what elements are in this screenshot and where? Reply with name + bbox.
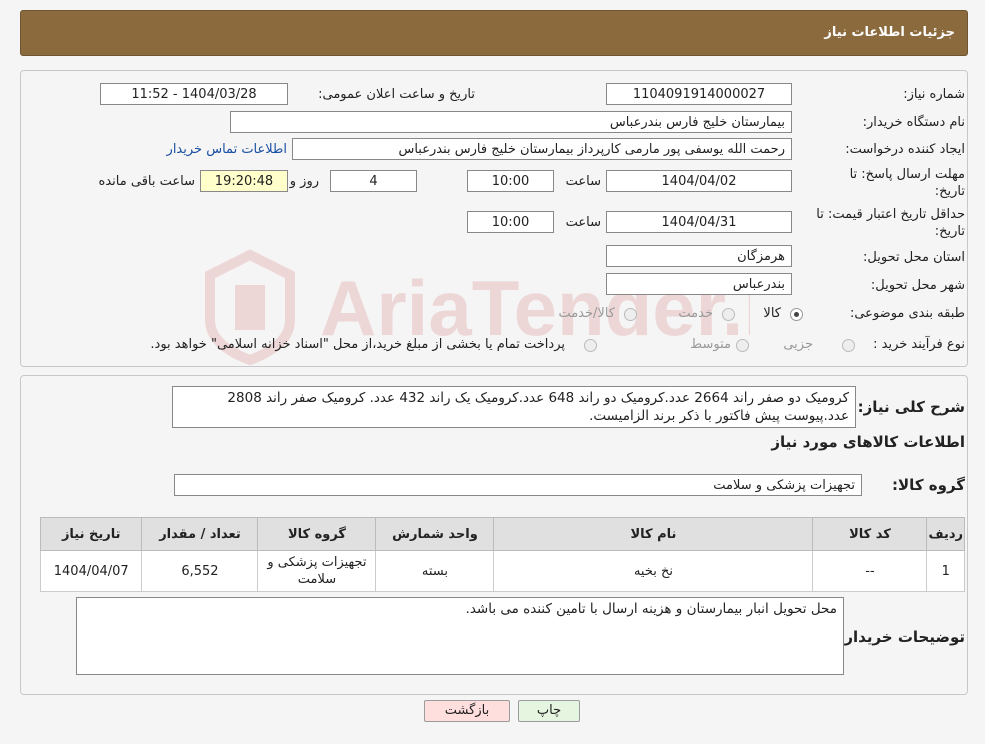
col-unit: واحد شمارش [375,517,495,551]
category-radio-goods[interactable] [790,308,803,321]
page-title: جزئیات اطلاعات نیاز [824,25,955,40]
announce-datetime-label: تاریخ و ساعت اعلان عمومی: [318,87,475,102]
buyer-org-label: نام دستگاه خریدار: [862,115,965,130]
province-field: هرمزگان [606,245,792,267]
cell-row-number: 1 [926,550,965,592]
price-validity-time-field: 10:00 [467,211,554,233]
category-radio-goods-service[interactable] [624,308,637,321]
purchase-type-option-minor: جزیی [783,337,813,352]
description-text: کرومیک دو صفر راند 2664 عدد.کرومیک دو را… [227,390,849,424]
description-textarea[interactable]: کرومیک دو صفر راند 2664 عدد.کرومیک دو را… [172,386,856,428]
purchase-type-radio-medium[interactable] [736,339,749,352]
reply-deadline-label: مهلت ارسال پاسخ: تا [849,167,965,182]
purchase-type-radio-minor[interactable] [842,339,855,352]
buyer-contact-link[interactable]: اطلاعات تماس خریدار [167,142,287,157]
goods-section-title: اطلاعات کالاهای مورد نیاز [771,433,965,451]
need-number-field: 1104091914000027 [606,83,792,105]
price-validity-time-label: ساعت [565,215,601,230]
need-number-label: شماره نیاز: [903,87,965,102]
province-label: استان محل تحویل: [863,250,965,265]
purchase-type-radio-treasury[interactable] [584,339,597,352]
buyer-notes-text: محل تحویل انبار بیمارستان و هزینه ارسال … [465,601,837,617]
requester-label: ایجاد کننده درخواست: [845,142,965,157]
goods-table: ردیف کد کالا نام کالا واحد شمارش گروه کا… [39,517,965,592]
print-button[interactable]: چاپ [518,700,580,722]
cell-item-code: -- [812,550,928,592]
reply-date-field: 1404/04/02 [606,170,792,192]
goods-group-field: تجهیزات پزشکی و سلامت [174,474,862,496]
col-need-date: تاریخ نیاز [39,517,143,551]
days-field: 4 [330,170,417,192]
purchase-type-label: نوع فرآیند خرید : [873,337,965,352]
city-label: شهر محل تحویل: [870,278,965,293]
category-label: طبقه بندی موضوعی: [849,306,965,321]
cell-item-group: تجهیزات پزشکی و سلامت [257,550,377,592]
category-option-goods-service: کالا/خدمت [558,306,615,321]
reply-time-label: ساعت [565,174,601,189]
goods-group-label: گروه کالا: [892,476,965,494]
price-validity-date-field: 1404/04/31 [606,211,792,233]
page-header: جزئیات اطلاعات نیاز [20,10,968,56]
remaining-time-field: 19:20:48 [200,170,288,192]
price-validity-label-2: تاریخ: [934,224,965,239]
announce-datetime-field: 1404/03/28 - 11:52 [100,83,288,105]
cell-item-name: نخ بخیه [493,550,814,592]
col-quantity: تعداد / مقدار [141,517,259,551]
col-item-name: نام کالا [493,517,814,551]
purchase-note: پرداخت تمام یا بخشی از مبلغ خرید،از محل … [150,337,565,352]
buyer-notes-label: توضیحات خریدار: [838,628,965,646]
col-item-group: گروه کالا [257,517,377,551]
reply-time-field: 10:00 [467,170,554,192]
requester-field: رحمت الله یوسفی پور مارمی کارپرداز بیمار… [292,138,792,160]
cell-unit: بسته [375,550,495,592]
col-row-number: ردیف [926,517,965,551]
back-button[interactable]: بازگشت [424,700,510,722]
buyer-notes-textarea[interactable]: محل تحویل انبار بیمارستان و هزینه ارسال … [76,597,844,675]
category-radio-service[interactable] [722,308,735,321]
buyer-org-field: بیمارستان خلیج فارس بندرعباس [230,111,792,133]
description-label: شرح کلی نیاز: [857,398,965,416]
col-item-code: کد کالا [812,517,928,551]
cell-quantity: 6,552 [141,550,259,592]
table-row: 1 -- نخ بخیه بسته تجهیزات پزشکی و سلامت … [39,550,965,592]
purchase-type-option-medium: متوسط [690,337,731,352]
days-label: روز و [289,174,319,189]
city-field: بندرعباس [606,273,792,295]
table-header-row: ردیف کد کالا نام کالا واحد شمارش گروه کا… [39,517,965,551]
cell-need-date: 1404/04/07 [39,550,143,592]
category-option-service: خدمت [678,306,713,321]
category-option-goods: کالا [763,306,781,321]
remaining-label: ساعت باقی مانده [98,174,195,189]
price-validity-label: حداقل تاریخ اعتبار قیمت: تا [816,207,965,222]
reply-deadline-label-2: تاریخ: [934,184,965,199]
